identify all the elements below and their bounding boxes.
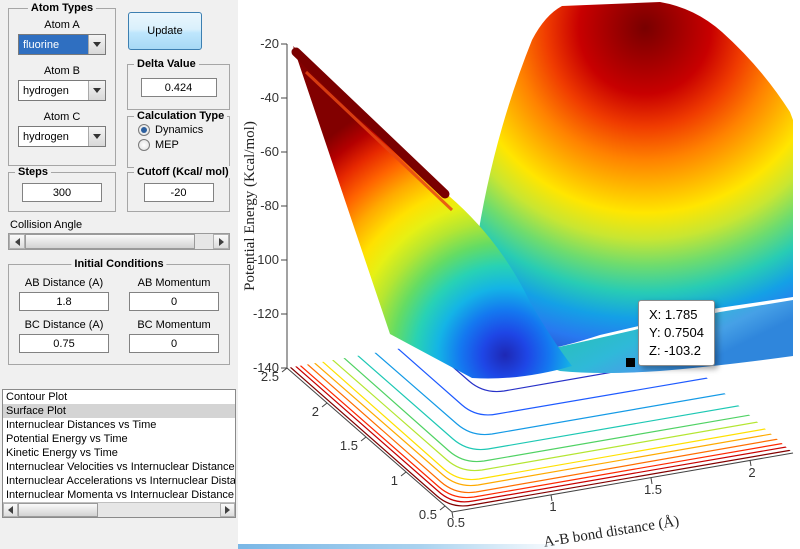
svg-text:2: 2 bbox=[748, 465, 755, 480]
svg-text:-120: -120 bbox=[253, 306, 279, 321]
svg-text:0.5: 0.5 bbox=[419, 507, 437, 522]
cutoff-title: Cutoff (Kcal/ mol) bbox=[134, 166, 232, 178]
radio-mep[interactable]: MEP bbox=[138, 139, 229, 151]
steps-title: Steps bbox=[15, 166, 51, 178]
atom-b-select[interactable]: hydrogen bbox=[18, 80, 106, 101]
listbox-scroll-left[interactable] bbox=[3, 503, 18, 517]
atom-c-label: Atom C bbox=[43, 111, 81, 123]
radio-selected-icon bbox=[138, 124, 150, 136]
list-item-selected[interactable]: Surface Plot bbox=[3, 404, 235, 418]
update-button[interactable]: Update bbox=[128, 12, 202, 50]
slider-right-arrow[interactable] bbox=[213, 234, 229, 249]
list-item[interactable]: Internuclear Momenta vs Internuclear Dis… bbox=[3, 488, 235, 502]
bc-momentum-label: BC Momentum bbox=[137, 319, 211, 331]
radio-mep-label: MEP bbox=[155, 139, 179, 151]
list-item[interactable]: Potential Energy vs Time bbox=[3, 432, 235, 446]
delta-value-title: Delta Value bbox=[134, 58, 199, 70]
svg-text:1: 1 bbox=[391, 473, 398, 488]
atom-a-select[interactable]: fluorine bbox=[18, 34, 106, 55]
ab-momentum-label: AB Momentum bbox=[137, 277, 211, 289]
atom-types-group: Atom Types Atom A fluorine Atom B hydrog… bbox=[8, 2, 116, 166]
atom-a-label: Atom A bbox=[44, 19, 80, 31]
listbox-scroll-right[interactable] bbox=[220, 503, 235, 517]
arrow-left-icon bbox=[8, 506, 13, 514]
svg-text:1.5: 1.5 bbox=[644, 482, 662, 497]
control-panel: Atom Types Atom A fluorine Atom B hydrog… bbox=[0, 0, 238, 549]
chevron-down-icon bbox=[88, 35, 105, 54]
bc-distance-input[interactable] bbox=[19, 334, 109, 353]
arrow-right-icon bbox=[218, 237, 224, 246]
initial-conditions-group: Initial Conditions AB Distance (A) AB Mo… bbox=[8, 258, 230, 365]
svg-text:-60: -60 bbox=[260, 144, 279, 159]
datatip-y: Y: 0.7504 bbox=[649, 325, 704, 340]
list-item[interactable]: Contour Plot bbox=[3, 390, 235, 404]
radio-dynamics[interactable]: Dynamics bbox=[138, 124, 229, 136]
svg-text:1.5: 1.5 bbox=[340, 438, 358, 453]
atom-a-value: fluorine bbox=[19, 35, 88, 54]
steps-input[interactable] bbox=[22, 183, 102, 202]
atom-c-select[interactable]: hydrogen bbox=[18, 126, 106, 147]
ab-distance-label: AB Distance (A) bbox=[24, 277, 104, 289]
plot-type-listbox: Contour Plot Surface Plot Internuclear D… bbox=[2, 389, 236, 518]
svg-text:2.5: 2.5 bbox=[261, 369, 279, 384]
svg-text:0.5: 0.5 bbox=[447, 515, 465, 530]
atom-b-value: hydrogen bbox=[23, 84, 69, 97]
list-item[interactable]: Kinetic Energy vs Time bbox=[3, 446, 235, 460]
collision-angle-label: Collision Angle bbox=[10, 219, 83, 231]
listbox-hscrollbar bbox=[3, 502, 235, 517]
svg-text:-80: -80 bbox=[260, 198, 279, 213]
atom-types-title: Atom Types bbox=[27, 2, 97, 14]
figure-area: -20 -40 -60 -80 -100 -120 -140 2.5 2 1.5… bbox=[238, 0, 800, 549]
ab-momentum-input[interactable] bbox=[129, 292, 219, 311]
chevron-down-icon bbox=[88, 81, 105, 100]
slider-track[interactable] bbox=[195, 234, 213, 249]
listbox-scroll-thumb[interactable] bbox=[18, 503, 98, 517]
list-item[interactable]: Internuclear Accelerations vs Internucle… bbox=[3, 474, 235, 488]
steps-group: Steps bbox=[8, 166, 116, 212]
plot-type-items: Contour Plot Surface Plot Internuclear D… bbox=[3, 390, 235, 502]
ab-distance-input[interactable] bbox=[19, 292, 109, 311]
arrow-right-icon bbox=[225, 506, 230, 514]
cutoff-input[interactable] bbox=[143, 183, 214, 202]
surface-plot: -20 -40 -60 -80 -100 -120 -140 2.5 2 1.5… bbox=[238, 0, 800, 549]
radio-dynamics-label: Dynamics bbox=[155, 124, 204, 136]
slider-thumb[interactable] bbox=[25, 234, 195, 249]
delta-value-input[interactable] bbox=[140, 78, 217, 97]
cutoff-group: Cutoff (Kcal/ mol) bbox=[127, 166, 232, 212]
radio-unselected-icon bbox=[138, 139, 150, 151]
datatip-marker[interactable] bbox=[626, 358, 635, 367]
svg-text:-40: -40 bbox=[260, 90, 279, 105]
delta-value-group: Delta Value bbox=[127, 58, 230, 110]
datatip-x: X: 1.785 bbox=[649, 307, 698, 322]
y-axis-label: Potential Energy (Kcal/mol) bbox=[242, 121, 258, 291]
atom-c-value: hydrogen bbox=[23, 130, 69, 143]
datatip-z: Z: -103.2 bbox=[649, 343, 702, 358]
slider-left-arrow[interactable] bbox=[9, 234, 25, 249]
svg-text:-20: -20 bbox=[260, 36, 279, 51]
background-window-edge bbox=[238, 544, 568, 549]
initial-conditions-title: Initial Conditions bbox=[71, 258, 167, 270]
arrow-left-icon bbox=[14, 237, 20, 246]
bc-distance-label: BC Distance (A) bbox=[24, 319, 104, 331]
calculation-type-group: Calculation Type Dynamics MEP bbox=[127, 110, 230, 168]
bc-momentum-input[interactable] bbox=[129, 334, 219, 353]
datatip[interactable]: X: 1.785 Y: 0.7504 Z: -103.2 bbox=[638, 300, 715, 366]
svg-text:1: 1 bbox=[549, 499, 556, 514]
chevron-down-icon bbox=[88, 127, 105, 146]
list-item[interactable]: Internuclear Velocities vs Internuclear … bbox=[3, 460, 235, 474]
atom-b-label: Atom B bbox=[43, 65, 81, 77]
list-item[interactable]: Internuclear Distances vs Time bbox=[3, 418, 235, 432]
listbox-scroll-track[interactable] bbox=[98, 503, 220, 517]
svg-text:2: 2 bbox=[312, 404, 319, 419]
collision-angle-slider bbox=[8, 233, 230, 250]
calculation-type-title: Calculation Type bbox=[134, 110, 228, 122]
